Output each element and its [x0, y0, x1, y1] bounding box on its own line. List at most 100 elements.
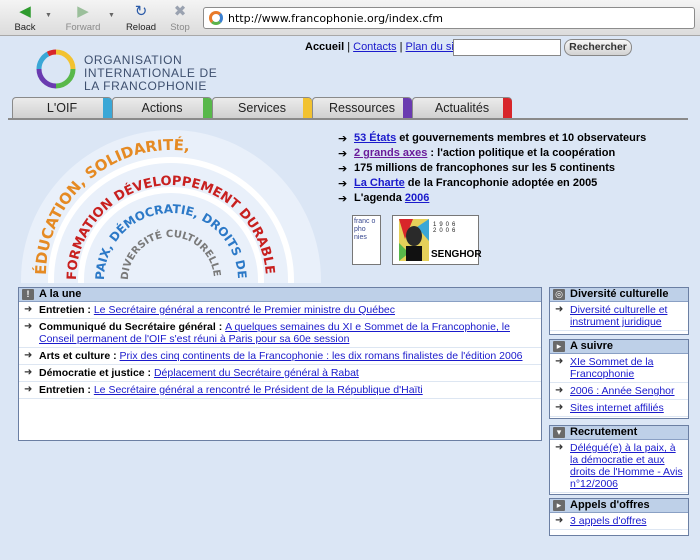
target-icon: ◎ [553, 289, 565, 300]
document-arrow-icon: ➜ [24, 367, 33, 378]
headline-link[interactable]: Le Secrétaire général a rencontré le Pre… [94, 304, 395, 316]
headline-link[interactable]: Prix des cinq continents de la Francopho… [120, 350, 523, 362]
key-fact-link[interactable]: La Charte [354, 177, 405, 189]
key-fact-1: ➔ 53 États et gouvernements membres et 10… [338, 132, 646, 147]
key-fact-link[interactable]: 2006 [405, 192, 429, 204]
tenders-panel: ▸ Appels d'offres ➜ 3 appels d'offres [549, 498, 689, 536]
forward-arrow-icon: ▶ [77, 3, 89, 20]
arrow-right-icon: ➔ [338, 193, 348, 205]
key-fact-text: de la Francophonie adoptée en 2005 [404, 177, 598, 189]
headline-category: Communiqué du Secrétaire général : [39, 321, 226, 333]
headlines-header: ! A la une [19, 288, 541, 302]
headline-link[interactable]: Déplacement du Secrétaire général à Raba… [154, 367, 359, 379]
list-item: ➜ Communiqué du Secrétaire général : A qu… [19, 319, 541, 348]
tab-label: Services [238, 101, 286, 115]
arrow-right-icon: ➔ [338, 163, 348, 175]
key-facts-list: ➔ 53 États et gouvernements membres et 10… [338, 132, 646, 207]
panel-link[interactable]: Diversité culturelle et instrument jurid… [570, 304, 667, 328]
francophonie-ring-icon [36, 49, 76, 89]
document-arrow-icon: ➜ [24, 321, 33, 332]
key-fact-3: ➔ 175 millions de francophones sur les 5 … [338, 162, 646, 177]
list-item: ➜ Arts et culture : Prix des cinq contine… [19, 348, 541, 365]
tab-label: Actions [141, 101, 183, 115]
key-fact-link[interactable]: 2 grands axes [354, 147, 427, 159]
tab-divider [8, 118, 688, 120]
arrow-right-icon: ➔ [338, 148, 348, 160]
reload-icon: ↻ [134, 3, 148, 20]
stop-button[interactable]: ✖ Stop [162, 3, 198, 33]
recruitment-panel: ▾ Recrutement ➜ Délégué(e) à la paix, à l… [549, 425, 689, 495]
key-fact-2: ➔ 2 grands axes : l'action politique et l… [338, 147, 646, 162]
tab-label: Actualités [434, 101, 490, 115]
tab-color-flag [303, 98, 312, 120]
stop-icon: ✖ [173, 3, 187, 20]
panel-link[interactable]: 2006 : Année Senghor [570, 385, 675, 397]
headlines-panel: ! A la une ➜ Entretien : Le Secrétaire gé… [18, 287, 542, 441]
logo-line-2: INTERNATIONALE DE [84, 66, 218, 80]
arrow-right-icon: ➔ [338, 178, 348, 190]
key-fact-prefix: L'agenda [354, 192, 405, 204]
logo-line-1: ORGANISATION [84, 53, 183, 67]
back-button[interactable]: ◀ Back [2, 3, 48, 33]
headline-category: Entretien : [39, 384, 94, 396]
tab-3[interactable]: Services [212, 97, 312, 120]
search-button[interactable]: Rechercher [564, 39, 632, 56]
key-fact-4: ➔ La Charte de la Francophonie adoptée en… [338, 177, 646, 192]
panel-link[interactable]: Sites internet affiliés [570, 402, 664, 414]
senghor-portrait-icon [399, 219, 429, 261]
key-fact-text: et gouvernements membres et 10 observate… [396, 132, 647, 144]
list-item: ➜ Diversité culturelle et instrument juri… [550, 302, 688, 331]
key-fact-5: ➔ L'agenda 2006 [338, 192, 646, 207]
list-item: ➜ Entretien : Le Secrétaire général a ren… [19, 302, 541, 319]
document-arrow-icon: ➜ [555, 402, 564, 413]
page-content: ORGANISATION INTERNATIONALE DE LA FRANCO… [0, 37, 700, 560]
key-fact-text: 175 millions de francophones sur les 5 c… [354, 162, 616, 174]
arrow-right-icon: ▸ [553, 500, 565, 511]
recruitment-header: ▾ Recrutement [550, 426, 688, 440]
back-history-dropdown-icon[interactable]: ▼ [45, 12, 52, 19]
francophonies-banner[interactable]: franc o pho nies [352, 215, 381, 265]
top-navigation: Accueil | Contacts | Plan du site [305, 41, 464, 53]
cultural-diversity-header: ◎ Diversité culturelle [550, 288, 688, 302]
back-arrow-icon: ◀ [19, 3, 31, 20]
panel-link[interactable]: 3 appels d'offres [570, 515, 647, 527]
themes-swirl-graphic: ÉDUCATION, SOLIDARITÉ, FORMATION DÉVELOP… [16, 125, 321, 283]
key-fact-link[interactable]: 53 États [354, 132, 396, 144]
tab-label: Ressources [329, 101, 395, 115]
list-item: ➜ Sites internet affiliés [550, 400, 688, 417]
tenders-header: ▸ Appels d'offres [550, 499, 688, 513]
logo-line-3: LA FRANCOPHONIE [84, 79, 208, 93]
key-fact-text: : l'action politique et la coopération [427, 147, 616, 159]
forward-history-dropdown-icon[interactable]: ▼ [108, 12, 115, 19]
follow-up-header: ▸ A suivre [550, 340, 688, 354]
tab-color-flag [503, 98, 512, 120]
forward-button[interactable]: ▶ Forward [60, 3, 106, 33]
address-bar[interactable]: http://www.francophonie.org/index.cfm [203, 7, 695, 29]
home-link[interactable]: Accueil [305, 41, 344, 53]
search-input[interactable] [453, 39, 561, 56]
site-favicon-icon [209, 11, 223, 25]
oif-logo[interactable]: ORGANISATION INTERNATIONALE DE LA FRANCO… [36, 45, 236, 95]
arrow-right-icon: ▸ [553, 341, 565, 352]
list-item: ➜ Délégué(e) à la paix, à la démocratie e… [550, 440, 688, 493]
senghor-banner[interactable]: 1906 2006 SENGHOR [392, 215, 482, 265]
panel-link[interactable]: Délégué(e) à la paix, à la démocratie et… [570, 442, 683, 490]
document-arrow-icon: ➜ [555, 304, 564, 315]
document-arrow-icon: ➜ [555, 356, 564, 367]
tab-1[interactable]: L'OIF [12, 97, 112, 120]
document-arrow-icon: ➜ [555, 442, 564, 453]
list-item: ➜ 3 appels d'offres [550, 513, 688, 530]
document-arrow-icon: ➜ [555, 515, 564, 526]
tab-4[interactable]: Ressources [312, 97, 412, 120]
tab-5[interactable]: Actualités [412, 97, 512, 120]
browser-toolbar: ◀ Back ▼ ▶ Forward ▼ ↻ Reload ✖ Stop htt… [0, 0, 700, 36]
tab-2[interactable]: Actions [112, 97, 212, 120]
panel-link[interactable]: XIe Sommet de la Francophonie [570, 356, 653, 380]
exclamation-icon: ! [22, 289, 34, 300]
tab-label: L'OIF [46, 101, 78, 115]
document-arrow-icon: ➜ [555, 385, 564, 396]
headline-link[interactable]: Le Secrétaire général a rencontré le Pré… [94, 384, 423, 396]
reload-button[interactable]: ↻ Reload [118, 3, 164, 33]
contacts-link[interactable]: Contacts [353, 41, 396, 53]
tab-color-flag [103, 98, 112, 120]
